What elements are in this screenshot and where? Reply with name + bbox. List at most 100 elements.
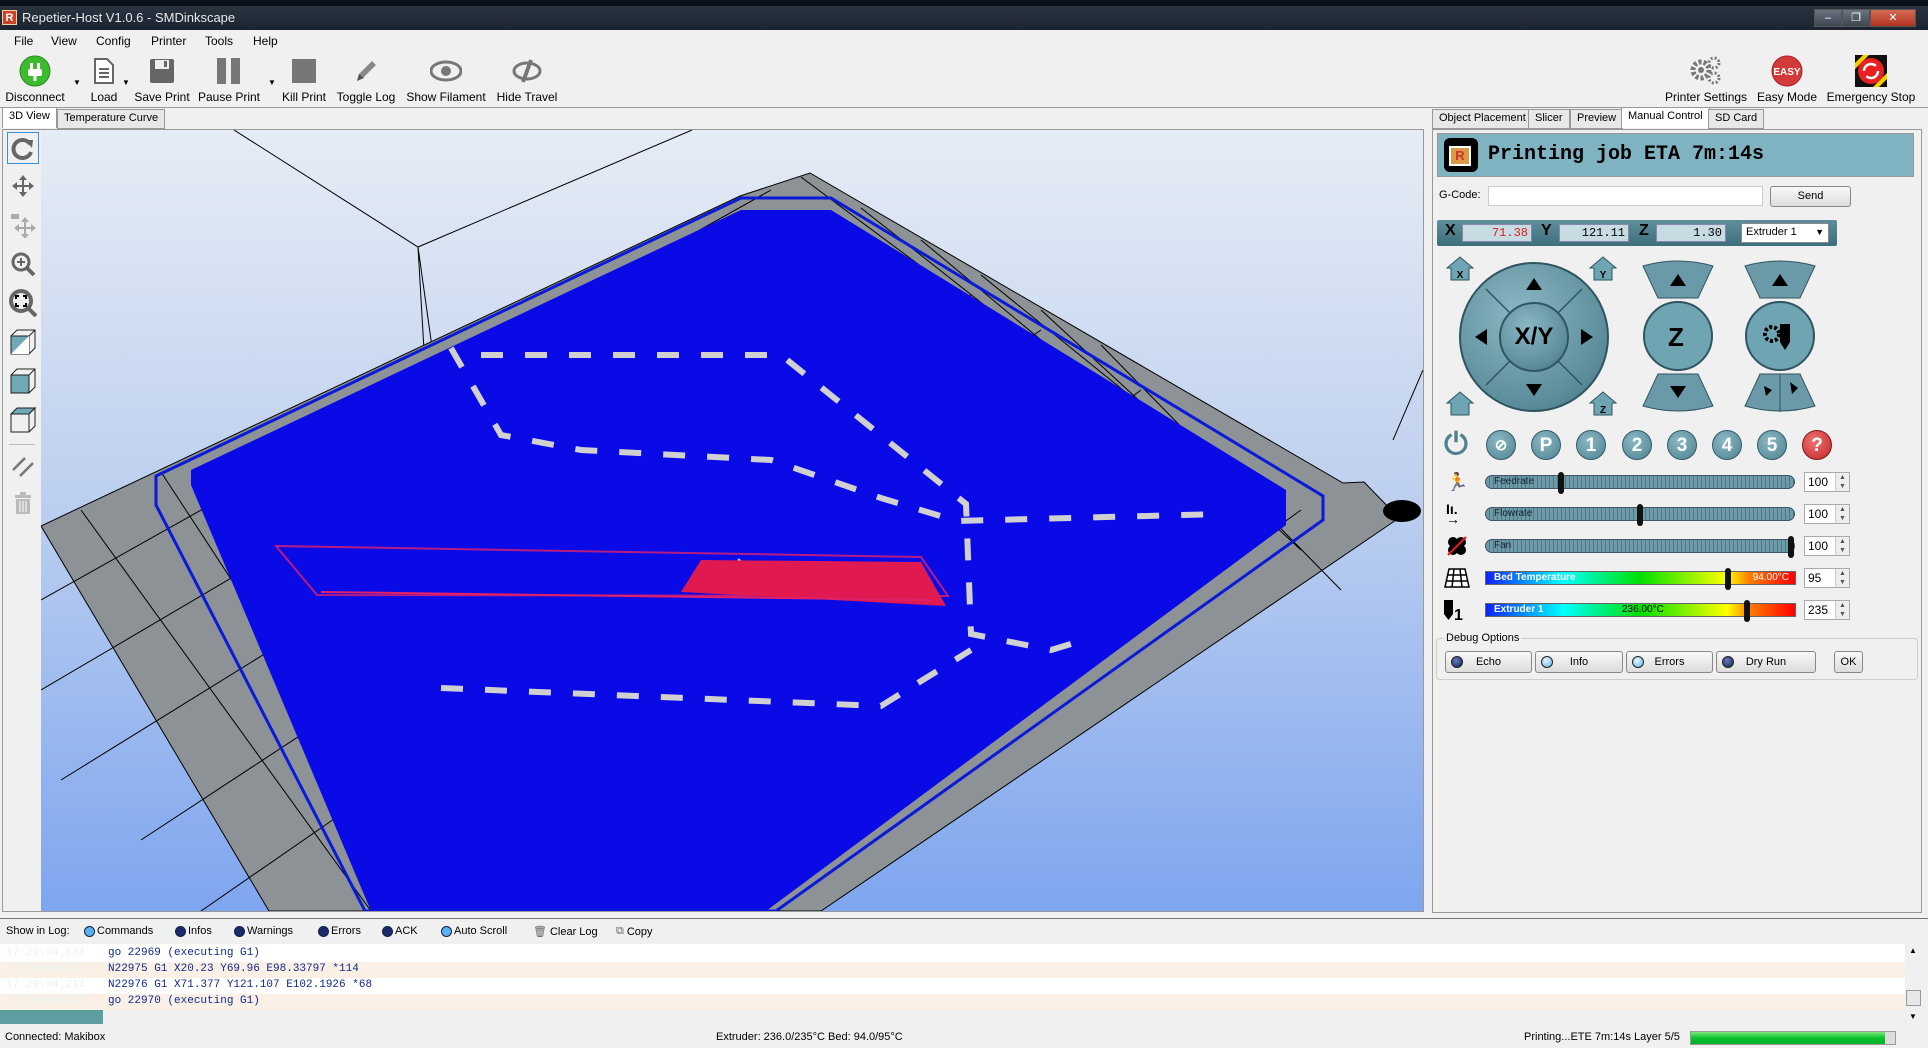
preset-4-button[interactable]: 4 [1712, 430, 1742, 460]
debug-info-toggle[interactable]: Info [1535, 651, 1623, 673]
debug-dry-run-toggle[interactable]: Dry Run [1716, 651, 1816, 673]
slider-thumb[interactable] [1725, 568, 1732, 590]
load-button[interactable]: Load [84, 56, 124, 104]
preset-5-button[interactable]: 5 [1757, 430, 1787, 460]
preset-2-button[interactable]: 2 [1622, 430, 1652, 460]
copy-log-button[interactable]: ⧉ Copy [616, 925, 653, 938]
park-button[interactable]: P [1531, 430, 1561, 460]
flowrate-slider[interactable]: Flowrate [1485, 504, 1795, 526]
xy-jog-pad[interactable]: X/Y [1459, 262, 1609, 412]
log-ack-toggle[interactable]: ACK [382, 925, 418, 937]
slider-thumb[interactable] [1558, 472, 1565, 494]
y-label: Y [1541, 222, 1552, 239]
spin-arrows-icon[interactable]: ▲ ▼ [1835, 505, 1849, 523]
close-button[interactable]: ✕ [1870, 9, 1916, 27]
extruder-target-input[interactable]: 235 ▲ ▼ [1804, 600, 1850, 620]
scroll-thumb[interactable] [1906, 990, 1921, 1006]
menu-config[interactable]: Config [96, 34, 131, 48]
kill-print-button[interactable]: Kill Print [280, 56, 328, 104]
delete-icon[interactable] [7, 487, 39, 519]
slider-thumb[interactable] [1637, 504, 1643, 526]
disconnect-dropdown-icon[interactable]: ▼ [73, 78, 81, 87]
scroll-down-icon[interactable]: ▼ [1909, 1012, 1917, 1021]
restore-button[interactable]: ❐ [1842, 9, 1870, 27]
flowrate-input[interactable]: 100 ▲ ▼ [1804, 504, 1850, 524]
log-row: 17:29:04.184 go 22969 (executing G1) [0, 946, 1905, 962]
bed-temperature-label: Bed Temperature [1494, 572, 1576, 583]
log-commands-toggle[interactable]: Commands [84, 925, 153, 937]
gcode-label: G-Code: [1439, 189, 1481, 201]
rotate-icon[interactable] [7, 132, 39, 164]
log-list[interactable]: 17:29:04.184 go 22969 (executing G1) 17:2… [0, 944, 1910, 1010]
pause-icon [197, 56, 261, 86]
extruder-select[interactable]: Extruder 1 ▼ [1741, 223, 1829, 243]
log-infos-toggle[interactable]: Infos [175, 925, 212, 937]
spin-arrows-icon[interactable]: ▲ ▼ [1835, 601, 1849, 619]
menu-file[interactable]: File [14, 34, 33, 48]
slider-thumb[interactable] [1743, 600, 1750, 622]
debug-ok-button[interactable]: OK [1834, 651, 1863, 673]
pause-print-button[interactable]: Pause Print [197, 56, 261, 104]
preset-3-button[interactable]: 3 [1667, 430, 1697, 460]
power-icon[interactable]: ⏻ [1441, 430, 1471, 460]
easy-mode-button[interactable]: EASY Easy Mode [1756, 55, 1818, 104]
minimize-button[interactable]: – [1814, 9, 1842, 27]
extruder-jog-control[interactable] [1742, 260, 1818, 412]
debug-echo-toggle[interactable]: Echo [1445, 651, 1532, 673]
3d-viewport[interactable] [41, 130, 1423, 911]
tab-slicer[interactable]: Slicer [1528, 109, 1570, 129]
menu-view[interactable]: View [51, 34, 77, 48]
log-auto-scroll-toggle[interactable]: Auto Scroll [441, 925, 507, 937]
tab-manual-control[interactable]: Manual Control [1621, 107, 1710, 128]
load-dropdown-icon[interactable]: ▼ [122, 78, 130, 87]
feedrate-slider[interactable]: Feedrate [1485, 472, 1795, 494]
pause-dropdown-icon[interactable]: ▼ [268, 78, 276, 87]
z-jog-control[interactable]: Z [1640, 260, 1716, 412]
clear-log-button[interactable]: 🗑 Clear Log [533, 925, 598, 939]
spin-arrows-icon[interactable]: ▲ ▼ [1835, 537, 1849, 555]
move-object-icon[interactable] [7, 209, 39, 241]
scroll-up-icon[interactable]: ▲ [1909, 946, 1917, 955]
save-print-button[interactable]: Save Print [134, 56, 190, 104]
isometric-view-icon[interactable] [7, 326, 39, 358]
menu-help[interactable]: Help [253, 34, 278, 48]
log-errors-toggle[interactable]: Errors [318, 925, 361, 937]
extruder-temperature-slider[interactable]: Extruder 1 236.00°C [1485, 600, 1796, 622]
fan-input[interactable]: 100 ▲ ▼ [1804, 536, 1850, 556]
menu-printer[interactable]: Printer [151, 34, 186, 48]
show-filament-button[interactable]: Show Filament [405, 56, 487, 104]
preset-1-button[interactable]: 1 [1576, 430, 1606, 460]
tab-3d-view[interactable]: 3D View [2, 107, 57, 128]
hide-travel-button[interactable]: Hide Travel [494, 56, 560, 104]
spin-arrows-icon[interactable]: ▲ ▼ [1835, 473, 1849, 491]
gcode-input[interactable] [1488, 186, 1763, 206]
tab-object-placement[interactable]: Object Placement [1432, 109, 1533, 129]
fit-view-icon[interactable] [7, 287, 39, 319]
slider-thumb[interactable] [1788, 536, 1794, 558]
tab-sd-card[interactable]: SD Card [1708, 109, 1765, 129]
front-view-icon[interactable] [7, 365, 39, 397]
zoom-icon[interactable] [7, 248, 39, 280]
bed-target-input[interactable]: 95 ▲ ▼ [1804, 568, 1850, 588]
log-warnings-toggle[interactable]: Warnings [234, 925, 293, 937]
motors-off-icon[interactable]: ⊘ [1486, 430, 1516, 460]
parallel-projection-icon[interactable] [7, 450, 39, 482]
y-position: 121.11 [1559, 224, 1629, 242]
fan-slider[interactable]: Fan [1485, 536, 1795, 558]
move-icon[interactable] [7, 170, 39, 202]
printer-settings-button[interactable]: Printer Settings [1665, 56, 1747, 104]
tab-temperature-curve[interactable]: Temperature Curve [57, 109, 166, 129]
top-view-icon[interactable] [7, 404, 39, 436]
feedrate-input[interactable]: 100 ▲ ▼ [1804, 472, 1850, 492]
log-scrollbar[interactable]: ▲ ▼ [1905, 944, 1923, 1024]
disconnect-button[interactable]: Disconnect [4, 55, 66, 104]
bed-temperature-slider[interactable]: Bed Temperature 94.00°C [1485, 568, 1796, 590]
emergency-stop-button[interactable]: Emergency Stop [1826, 55, 1916, 104]
help-button[interactable]: ? [1802, 430, 1832, 460]
spin-arrows-icon[interactable]: ▲ ▼ [1835, 569, 1849, 587]
tab-preview[interactable]: Preview [1570, 109, 1624, 129]
toggle-log-button[interactable]: Toggle Log [335, 56, 397, 104]
menu-tools[interactable]: Tools [205, 34, 233, 48]
send-button[interactable]: Send [1770, 186, 1851, 207]
debug-errors-toggle[interactable]: Errors [1626, 651, 1713, 673]
